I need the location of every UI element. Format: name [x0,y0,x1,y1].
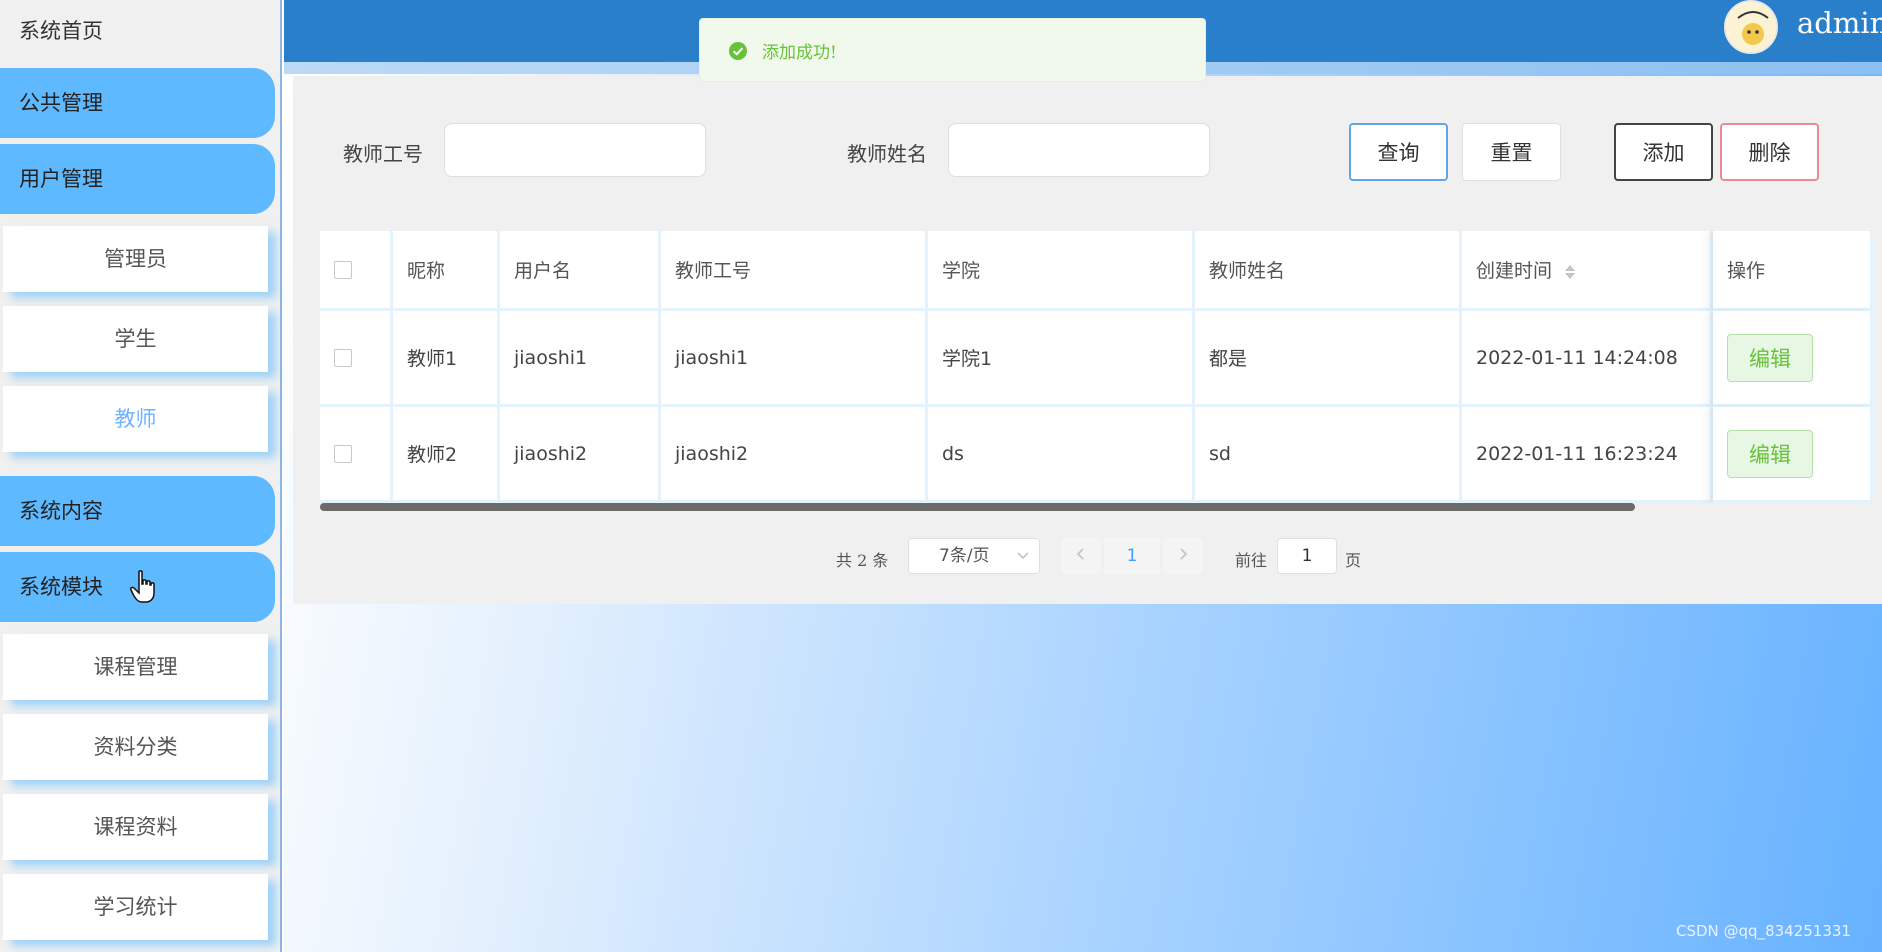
cell-username: jiaoshi2 [500,407,661,503]
sidebar-item-course-material[interactable]: 课程资料 [3,794,268,860]
sidebar: 系统首页 公共管理 用户管理 管理员 学生 教师 系统内容 系统模块 课程管理 … [0,0,282,952]
col-username: 用户名 [500,231,661,311]
cell-teacher-id: jiaoshi2 [661,407,928,503]
cell-actions: 编辑 [1713,311,1873,407]
goto-page-input[interactable] [1277,538,1337,574]
table-horizontal-scrollbar[interactable] [320,503,1635,511]
chevron-left-icon [1076,548,1084,560]
teacher-table: 昵称 用户名 教师工号 学院 教师姓名 创建时间 操作 教师1 jiaoshi1… [320,231,1873,503]
teacher-id-label: 教师工号 [343,142,423,166]
teacher-id-input[interactable] [444,123,706,177]
row-check-cell [320,407,393,503]
page-size-select[interactable]: 7条/页 [908,538,1040,574]
user-avatar[interactable] [1724,0,1778,54]
sidebar-item-teacher[interactable]: 教师 [3,386,268,452]
teacher-name-input[interactable] [948,123,1210,177]
col-created-time-label: 创建时间 [1476,260,1553,282]
table-row: 教师2 jiaoshi2 jiaoshi2 ds sd 2022-01-11 1… [320,407,1873,503]
table-header-row: 昵称 用户名 教师工号 学院 教师姓名 创建时间 操作 [320,231,1873,311]
edit-button[interactable]: 编辑 [1727,333,1813,382]
nav-group-content[interactable]: 系统内容 [0,476,275,546]
cell-nickname: 教师1 [393,311,500,407]
chevron-down-icon [1017,552,1029,560]
username-label[interactable]: admin [1797,6,1882,40]
select-all-cell [320,231,393,311]
success-toast: 添加成功! [699,18,1206,82]
table-row: 教师1 jiaoshi1 jiaoshi1 学院1 都是 2022-01-11 … [320,311,1873,407]
goto-prefix: 前往 [1235,551,1268,570]
cell-college: 学院1 [928,311,1195,407]
nav-group-public[interactable]: 公共管理 [0,68,275,138]
prev-page-button[interactable] [1061,538,1101,574]
sidebar-item-course-management[interactable]: 课程管理 [3,634,268,700]
pagination-total: 共 2 条 [836,551,889,570]
row-checkbox[interactable] [334,349,352,367]
nav-group-modules-label: 系统模块 [19,575,103,599]
cell-actions: 编辑 [1713,407,1873,503]
watermark-text: CSDN @qq_834251331 [1676,922,1851,940]
select-all-checkbox[interactable] [334,261,352,279]
reset-button[interactable]: 重置 [1462,123,1561,181]
cell-created-time: 2022-01-11 14:24:08 [1462,311,1713,407]
cell-username: jiaoshi1 [500,311,661,407]
sidebar-item-home[interactable]: 系统首页 [0,0,280,62]
sidebar-item-admin[interactable]: 管理员 [3,226,268,292]
users-submenu: 管理员 学生 教师 [0,220,280,470]
row-check-cell [320,311,393,407]
add-button[interactable]: 添加 [1614,123,1713,181]
col-created-time[interactable]: 创建时间 [1462,231,1713,311]
cell-college: ds [928,407,1195,503]
col-teacher-id: 教师工号 [661,231,928,311]
page-size-value: 7条/页 [939,546,990,566]
cell-teacher-name: 都是 [1195,311,1462,407]
avatar-image-icon [1727,3,1776,52]
page-number-current[interactable]: 1 [1104,538,1160,574]
hand-cursor-icon [130,570,155,603]
sidebar-item-study-stats[interactable]: 学习统计 [3,874,268,940]
cell-teacher-id: jiaoshi1 [661,311,928,407]
col-nickname: 昵称 [393,231,500,311]
cell-teacher-name: sd [1195,407,1462,503]
col-college: 学院 [928,231,1195,311]
chevron-right-icon [1180,548,1188,560]
modules-submenu: 课程管理 资料分类 课程资料 学习统计 [0,628,280,952]
edit-button[interactable]: 编辑 [1727,429,1813,478]
teacher-name-label: 教师姓名 [847,142,927,166]
row-checkbox[interactable] [334,445,352,463]
delete-button[interactable]: 删除 [1720,123,1819,181]
cell-nickname: 教师2 [393,407,500,503]
col-actions: 操作 [1713,231,1873,311]
sidebar-item-material-category[interactable]: 资料分类 [3,714,268,780]
check-circle-icon [729,42,747,60]
sort-caret-icon[interactable] [1564,263,1576,281]
cell-created-time: 2022-01-11 16:23:24 [1462,407,1713,503]
nav-group-users[interactable]: 用户管理 [0,144,275,214]
sidebar-item-student[interactable]: 学生 [3,306,268,372]
col-teacher-name: 教师姓名 [1195,231,1462,311]
query-button[interactable]: 查询 [1349,123,1448,181]
goto-suffix: 页 [1345,551,1362,570]
next-page-button[interactable] [1163,538,1203,574]
toast-message: 添加成功! [762,43,837,63]
nav-group-modules[interactable]: 系统模块 [0,552,275,622]
